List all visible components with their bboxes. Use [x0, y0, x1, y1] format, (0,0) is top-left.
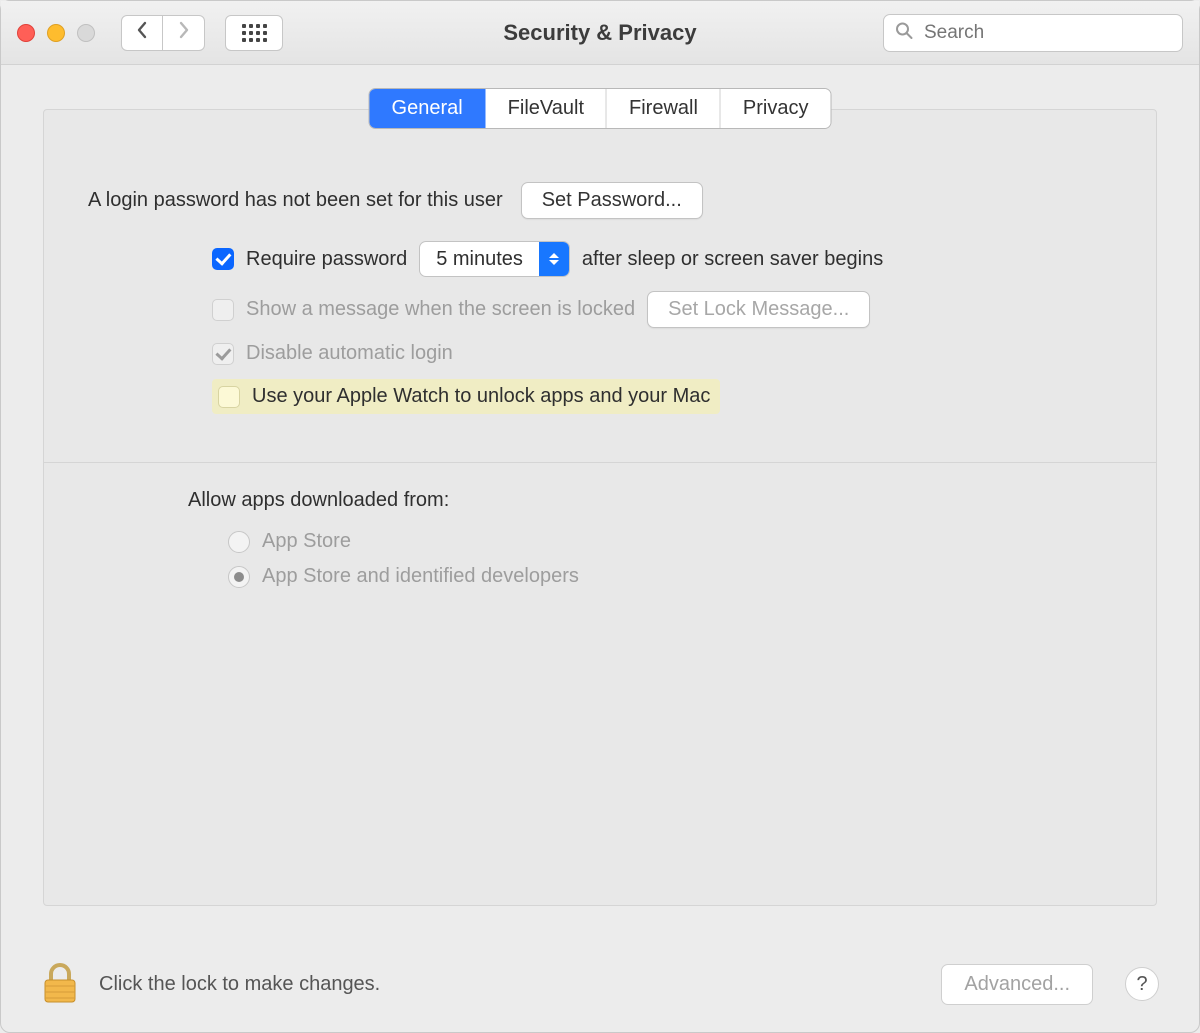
- apple-watch-highlight: Use your Apple Watch to unlock apps and …: [212, 379, 720, 414]
- show-lock-message-checkbox: [212, 299, 234, 321]
- stepper-arrows-icon: [539, 242, 569, 276]
- apple-watch-row: Use your Apple Watch to unlock apps and …: [212, 379, 1112, 414]
- search-icon: [895, 21, 913, 44]
- search-input[interactable]: [883, 14, 1183, 52]
- forward-button[interactable]: [163, 15, 205, 51]
- zoom-window-button: [77, 24, 95, 42]
- apple-watch-unlock-checkbox[interactable]: [218, 386, 240, 408]
- search-wrap: [883, 14, 1183, 52]
- preferences-panel: General FileVault Firewall Privacy A log…: [43, 109, 1157, 906]
- require-password-delay-select[interactable]: 5 minutes: [419, 241, 570, 277]
- allow-apps-option-identified: App Store and identified developers: [228, 565, 1112, 588]
- footer: Click the lock to make changes. Advanced…: [41, 962, 1159, 1006]
- titlebar: Security & Privacy: [1, 1, 1199, 65]
- grid-icon: [242, 24, 267, 42]
- require-password-suffix: after sleep or screen saver begins: [582, 248, 883, 271]
- tab-bar: General FileVault Firewall Privacy: [369, 88, 832, 129]
- tab-general[interactable]: General: [370, 89, 486, 128]
- password-status-row: A login password has not been set for th…: [88, 182, 1112, 219]
- preferences-window: Security & Privacy General FileVault Fir…: [0, 0, 1200, 1033]
- close-window-button[interactable]: [17, 24, 35, 42]
- show-lock-message-label: Show a message when the screen is locked: [246, 298, 635, 321]
- chevron-left-icon: [136, 21, 148, 44]
- disable-auto-login-checkbox: [212, 343, 234, 365]
- general-content: A login password has not been set for th…: [44, 110, 1156, 618]
- radio-identified: [228, 566, 250, 588]
- chevron-right-icon: [178, 21, 190, 44]
- radio-appstore: [228, 531, 250, 553]
- password-status-text: A login password has not been set for th…: [88, 189, 503, 212]
- lock-icon[interactable]: [41, 962, 79, 1006]
- disable-auto-login-label: Disable automatic login: [246, 342, 453, 365]
- apple-watch-unlock-label: Use your Apple Watch to unlock apps and …: [252, 385, 710, 408]
- allow-apps-option-appstore: App Store: [228, 530, 1112, 553]
- allow-apps-radio-group: App Store App Store and identified devel…: [228, 530, 1112, 588]
- advanced-button[interactable]: Advanced...: [941, 964, 1093, 1005]
- lock-hint-text: Click the lock to make changes.: [99, 973, 380, 996]
- tab-firewall[interactable]: Firewall: [607, 89, 721, 128]
- set-password-button[interactable]: Set Password...: [521, 182, 703, 219]
- help-button[interactable]: ?: [1125, 967, 1159, 1001]
- show-all-preferences-button[interactable]: [225, 15, 283, 51]
- back-button[interactable]: [121, 15, 163, 51]
- show-lock-message-row: Show a message when the screen is locked…: [212, 291, 1112, 328]
- allow-apps-heading: Allow apps downloaded from:: [188, 489, 1112, 512]
- window-controls: [17, 24, 95, 42]
- nav-buttons: [121, 15, 205, 51]
- require-password-checkbox[interactable]: [212, 248, 234, 270]
- tab-privacy[interactable]: Privacy: [721, 89, 831, 128]
- tab-filevault[interactable]: FileVault: [486, 89, 607, 128]
- login-options: Require password 5 minutes after sleep o…: [212, 241, 1112, 414]
- require-password-row: Require password 5 minutes after sleep o…: [212, 241, 1112, 277]
- require-password-delay-value: 5 minutes: [420, 248, 539, 271]
- radio-identified-label: App Store and identified developers: [262, 565, 579, 588]
- require-password-label: Require password: [246, 248, 407, 271]
- section-divider: [44, 462, 1156, 463]
- radio-appstore-label: App Store: [262, 530, 351, 553]
- minimize-window-button[interactable]: [47, 24, 65, 42]
- disable-auto-login-row: Disable automatic login: [212, 342, 1112, 365]
- set-lock-message-button: Set Lock Message...: [647, 291, 870, 328]
